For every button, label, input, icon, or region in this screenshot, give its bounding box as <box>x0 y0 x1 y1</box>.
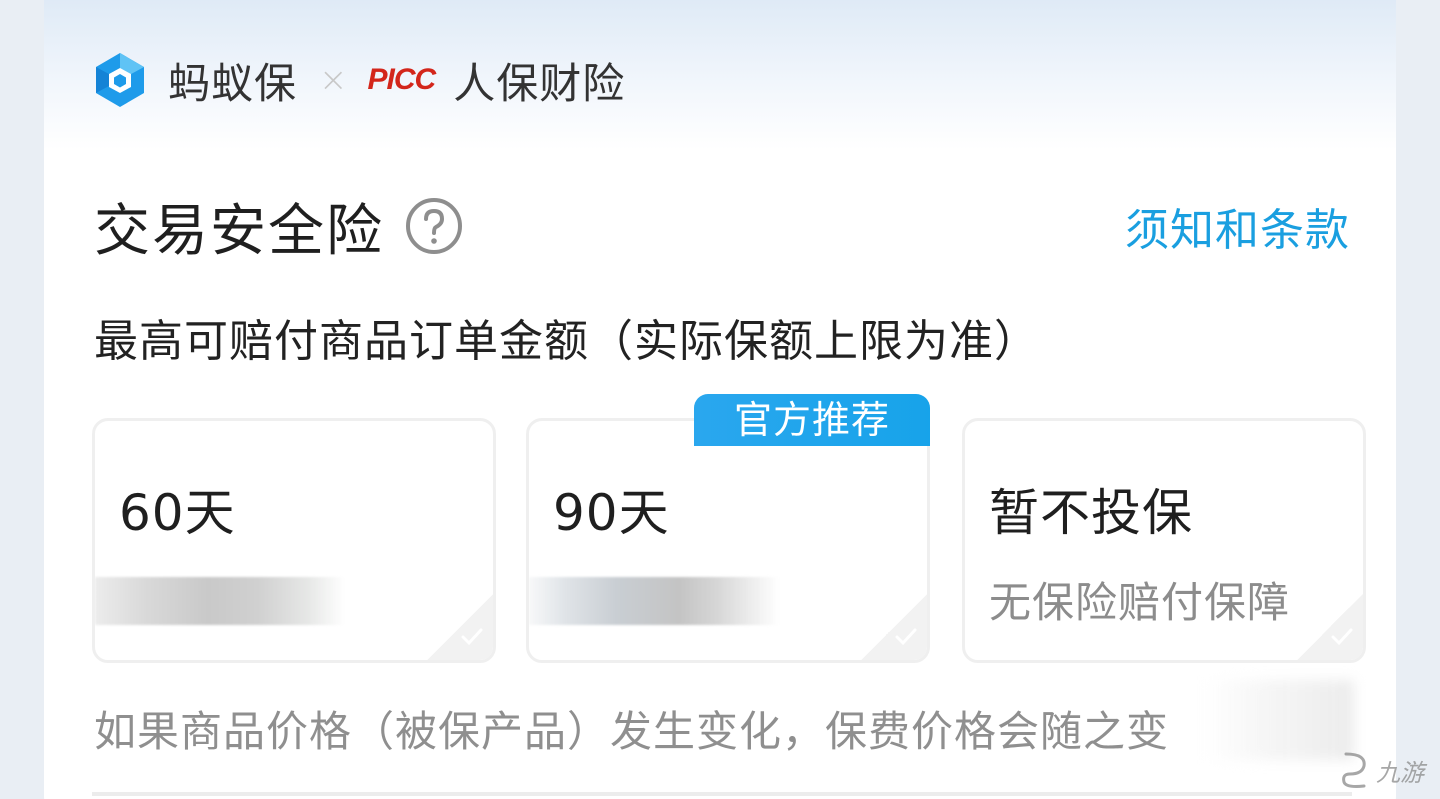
option-label: 90天 <box>553 484 670 542</box>
partner-name: 人保财险 <box>453 58 626 108</box>
watermark: 九游 <box>1338 743 1434 797</box>
option-90-days[interactable]: 90天 <box>526 418 930 663</box>
brand-header: 蚂蚁保 × PICC 人保财险 <box>90 48 625 112</box>
note-fade-overlay <box>1204 680 1354 760</box>
ant-insurance-logo-icon <box>96 53 144 107</box>
check-icon <box>461 628 483 646</box>
option-label: 暂不投保 <box>989 484 1193 542</box>
divider <box>92 792 1352 796</box>
product-title: 交易安全险 <box>94 198 384 264</box>
watermark-logo-icon <box>1342 752 1366 788</box>
option-desc: 无保险赔付保障 <box>989 578 1291 627</box>
picc-logo: PICC <box>367 63 437 96</box>
check-icon <box>895 628 917 646</box>
coverage-subtitle: 最高可赔付商品订单金额（实际保额上限为准） <box>94 316 1039 367</box>
separator: × <box>319 60 348 100</box>
blurred-price <box>529 577 779 625</box>
check-icon <box>1331 628 1353 646</box>
terms-link[interactable]: 须知和条款 <box>1125 194 1350 258</box>
brand-name: 蚂蚁保 <box>168 58 298 108</box>
option-no-insurance[interactable]: 暂不投保 无保险赔付保障 <box>962 418 1366 663</box>
question-circle-icon[interactable] <box>404 196 464 256</box>
blurred-price <box>95 577 345 625</box>
option-60-days[interactable]: 60天 <box>92 418 496 663</box>
price-change-note: 如果商品价格（被保产品）发生变化，保费价格会随之变 <box>94 707 1170 756</box>
recommended-badge: 官方推荐 <box>694 394 930 446</box>
title-row: 交易安全险 须知和条款 <box>94 190 1350 264</box>
option-label: 60天 <box>119 484 236 542</box>
insurance-card: 蚂蚁保 × PICC 人保财险 交易安全险 须知和条款 最高可赔付商品订单金额（… <box>44 0 1396 799</box>
watermark-text: 九游 <box>1376 758 1424 787</box>
